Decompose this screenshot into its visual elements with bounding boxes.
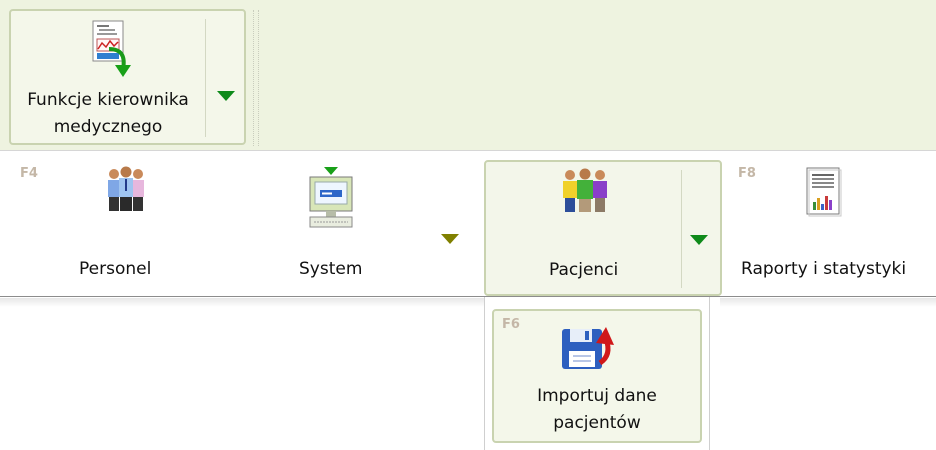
import-patients-label: Importuj dane pacjentów	[537, 386, 657, 433]
manager-functions-button[interactable]: Funkcje kierownika medycznego	[9, 9, 246, 145]
row-shadow	[0, 298, 486, 307]
shortcut-key: F8	[738, 166, 756, 181]
shortcut-key: F6	[502, 317, 520, 332]
ribbon-item-label: System	[299, 259, 363, 279]
ribbon-item-label: Raporty i statystyki	[741, 259, 907, 279]
save-import-icon	[560, 325, 624, 375]
dropdown-arrow-icon[interactable]	[441, 230, 459, 249]
shortcut-key: F4	[20, 166, 38, 181]
patients-group-icon	[558, 166, 612, 218]
ribbon-item-label: Pacjenci	[549, 260, 619, 280]
ribbon-separator	[253, 10, 259, 146]
import-patients-button[interactable]: F6 Importuj dane pacjentów	[492, 309, 702, 443]
top-ribbon: Funkcje kierownika medycznego	[0, 0, 936, 150]
report-export-icon	[87, 19, 131, 83]
dropdown-arrow-icon[interactable]	[217, 87, 235, 106]
staff-people-icon	[102, 165, 150, 217]
row-shadow	[720, 298, 936, 307]
split-divider	[205, 19, 206, 137]
ribbon-item-system[interactable]: System	[240, 151, 470, 295]
dropdown-arrow-icon[interactable]	[690, 231, 708, 250]
report-chart-icon	[805, 166, 843, 222]
ribbon-item-raporty[interactable]: F8 Raporty i statystyki	[730, 151, 936, 295]
ribbon-item-pacjenci[interactable]: Pacjenci	[484, 160, 722, 296]
computer-terminal-icon	[306, 167, 356, 237]
split-divider	[681, 170, 682, 288]
manager-functions-label: Funkcje kierownika medycznego	[27, 90, 189, 137]
ribbon-item-personel[interactable]: F4 Personel	[10, 151, 230, 295]
ribbon-item-label: Personel	[79, 259, 152, 279]
